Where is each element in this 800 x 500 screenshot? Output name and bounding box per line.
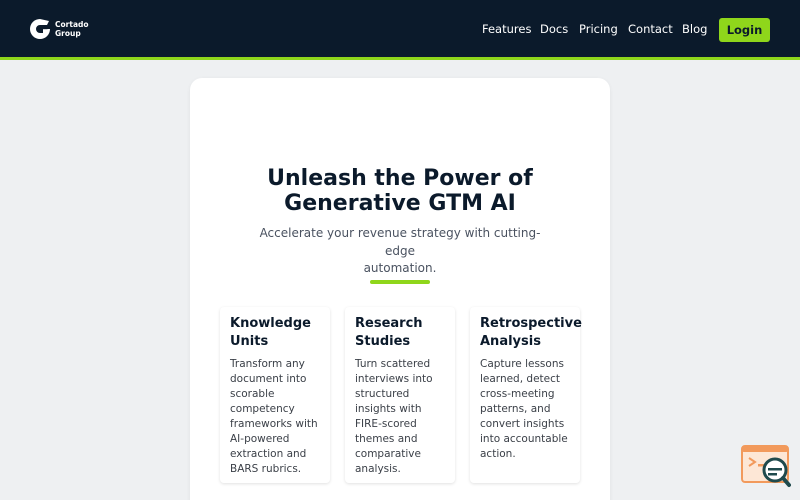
feature-title: Retrospective Analysis bbox=[480, 315, 582, 350]
feature-title-line: Retrospective bbox=[480, 316, 582, 331]
feature-card-retrospective-analysis[interactable]: Retrospective Analysis Capture lessons l… bbox=[470, 307, 582, 483]
nav-link-docs[interactable]: Docs bbox=[540, 22, 568, 36]
feature-desc-line: structured bbox=[355, 388, 410, 400]
nav-link-pricing[interactable]: Pricing bbox=[579, 22, 618, 36]
feature-title-line: Units bbox=[230, 333, 269, 349]
feature-desc-line: Capture lessons bbox=[480, 358, 564, 370]
hero-subtitle: Accelerate your revenue strategy with cu… bbox=[245, 225, 555, 278]
feature-description: Turn scattered interviews into structure… bbox=[355, 357, 445, 477]
hero-subtitle-line-2: automation. bbox=[363, 261, 437, 275]
feature-title-line: Studies bbox=[355, 333, 411, 349]
feature-desc-line: themes and bbox=[355, 433, 418, 445]
feature-desc-line: competency bbox=[230, 403, 295, 415]
feature-title-line: Analysis bbox=[480, 333, 541, 349]
feature-desc-line: frameworks with bbox=[230, 418, 318, 430]
feature-desc-line: patterns, and bbox=[480, 403, 551, 415]
feature-desc-line: document into bbox=[230, 373, 307, 385]
hero-title: Unleash the Power of Generative GTM AI bbox=[190, 166, 610, 216]
accent-divider bbox=[370, 280, 430, 284]
feature-desc-line: into accountable bbox=[480, 433, 568, 445]
nav-link-blog[interactable]: Blog bbox=[682, 22, 707, 36]
feature-desc-line: learned, detect bbox=[480, 373, 560, 385]
feature-description: Transform any document into scorable com… bbox=[230, 357, 320, 477]
top-navbar: Cortado Group Features Docs Pricing Cont… bbox=[0, 0, 800, 60]
feature-desc-line: analysis. bbox=[355, 463, 401, 475]
feature-desc-line: extraction and bbox=[230, 448, 307, 460]
chat-search-icon bbox=[741, 445, 791, 487]
hero-title-line-1: Unleash the Power of bbox=[267, 166, 533, 191]
login-button[interactable]: Login bbox=[719, 18, 770, 42]
feature-desc-line: comparative bbox=[355, 448, 421, 460]
nav-links: Features Docs Pricing Contact Blog bbox=[0, 0, 800, 60]
nav-link-features[interactable]: Features bbox=[482, 22, 531, 36]
nav-link-contact[interactable]: Contact bbox=[628, 22, 673, 36]
feature-desc-line: scorable bbox=[230, 388, 275, 400]
hero-card: Unleash the Power of Generative GTM AI A… bbox=[190, 78, 610, 500]
feature-title-line: Research bbox=[355, 316, 423, 331]
feature-card-knowledge-units[interactable]: Knowledge Units Transform any document i… bbox=[220, 307, 330, 483]
feature-title-line: Knowledge bbox=[230, 316, 311, 331]
feature-desc-line: interviews into bbox=[355, 373, 433, 385]
feature-desc-line: insights with bbox=[355, 403, 422, 415]
feature-card-research-studies[interactable]: Research Studies Turn scattered intervie… bbox=[345, 307, 455, 483]
feature-desc-line: BARS rubrics. bbox=[230, 463, 302, 475]
feature-desc-line: Transform any bbox=[230, 358, 305, 370]
feature-desc-line: convert insights bbox=[480, 418, 565, 430]
feature-title: Research Studies bbox=[355, 315, 445, 350]
feature-desc-line: AI-powered bbox=[230, 433, 290, 445]
feature-desc-line: action. bbox=[480, 448, 516, 460]
feature-description: Capture lessons learned, detect cross-me… bbox=[480, 357, 570, 462]
feature-desc-line: cross-meeting bbox=[480, 388, 555, 400]
chat-widget-button[interactable] bbox=[741, 444, 791, 488]
feature-desc-line: FIRE-scored bbox=[355, 418, 417, 430]
feature-title: Knowledge Units bbox=[230, 315, 320, 350]
hero-title-line-2: Generative GTM AI bbox=[284, 191, 516, 216]
feature-desc-line: Turn scattered bbox=[355, 358, 431, 370]
hero-subtitle-line-1: Accelerate your revenue strategy with cu… bbox=[259, 226, 541, 258]
